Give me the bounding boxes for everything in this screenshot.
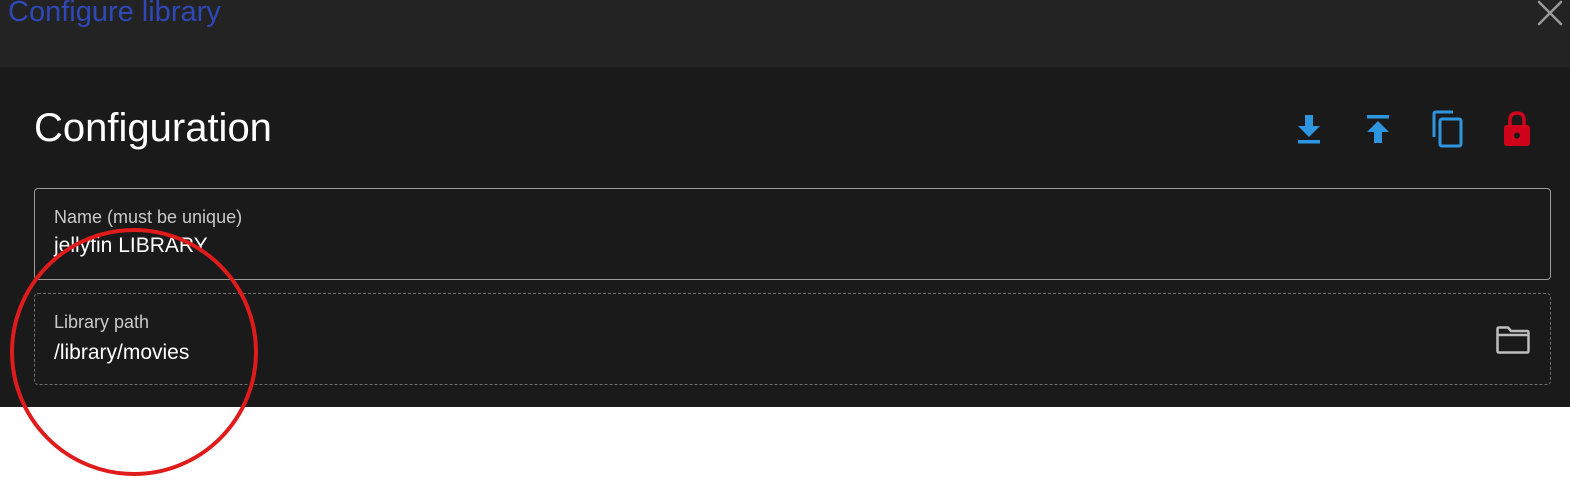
- close-button[interactable]: [1533, 0, 1567, 28]
- download-button[interactable]: [1287, 107, 1331, 151]
- library-path-value[interactable]: /library/movies: [54, 340, 189, 366]
- configure-library-dialog: Configure library Configuration Name (mu…: [0, 0, 1570, 488]
- upload-button[interactable]: [1356, 107, 1400, 151]
- section-title: Configuration: [34, 106, 272, 150]
- folder-icon: [1496, 326, 1530, 354]
- upload-icon: [1367, 115, 1389, 143]
- name-field-label: Name (must be unique): [54, 207, 243, 227]
- dialog-title: Configure library: [8, 0, 221, 28]
- copy-button[interactable]: [1425, 107, 1469, 151]
- download-icon: [1298, 115, 1320, 144]
- name-field[interactable]: Name (must be unique) jellyfin LIBRARY: [34, 188, 1551, 280]
- close-icon: [1537, 0, 1563, 26]
- lock-icon: [1504, 111, 1530, 146]
- library-path-field[interactable]: Library path /library/movies: [34, 293, 1551, 385]
- copy-icon: [1432, 110, 1463, 148]
- lock-button[interactable]: [1495, 107, 1539, 151]
- dialog-header: Configure library: [0, 0, 1570, 67]
- configuration-panel: Configuration Name (must be unique) jell…: [0, 67, 1570, 407]
- name-field-value[interactable]: jellyfin LIBRARY: [54, 233, 208, 259]
- browse-folder-button[interactable]: [1493, 322, 1533, 358]
- library-path-label: Library path: [54, 312, 150, 332]
